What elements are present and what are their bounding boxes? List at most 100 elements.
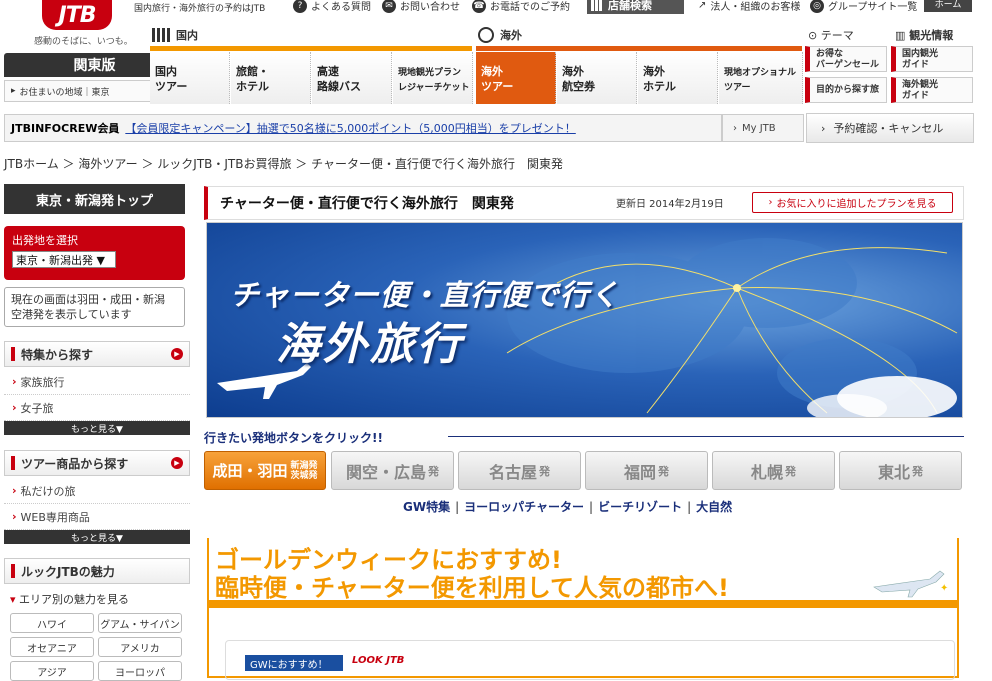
breadcrumb[interactable]: JTBホーム ＞ 海外ツアー ＞ ルックJTB・JTBお買得旅 ＞ チャーター便… — [4, 155, 563, 172]
departure-nagoya[interactable]: 名古屋発 — [458, 451, 581, 490]
feature-section-head[interactable]: 特集から探す ▶ — [4, 341, 190, 367]
purpose-search-button[interactable]: 目的から探す旅 — [805, 77, 887, 103]
globe-icon: ◎ — [810, 0, 824, 13]
book-icon: ▥ — [895, 29, 906, 42]
dep-main-label: 札幌 — [750, 462, 783, 482]
myjtb-label: My JTB — [742, 122, 776, 134]
store-label: 店舗検索 — [608, 0, 652, 12]
look-head-label: ルックJTBの魅力 — [21, 564, 115, 579]
store-search-button[interactable]: 店舗検索 — [587, 0, 684, 14]
sidebar-item-girls[interactable]: 女子旅 — [4, 395, 190, 421]
kanko-text: 観光情報 — [909, 29, 954, 42]
region-sub-label: お住まいの地域｜東京 — [19, 87, 110, 98]
link-nature[interactable]: 大自然 — [696, 500, 732, 514]
dep-main-label: 関空・広島 — [345, 462, 426, 482]
departure-selector-box: 出発地を選択 東京・新潟出発 ▼ — [4, 226, 185, 280]
sidebar-item-solo[interactable]: 私だけの旅 — [4, 478, 190, 504]
nav-overseas-tour[interactable]: 海外 ツアー — [476, 52, 556, 104]
dep-sub-label: 発 — [785, 464, 796, 478]
nav-domestic-tour[interactable]: 国内 ツアー — [150, 52, 230, 104]
area-head[interactable]: ▾ エリア別の魅力を見る — [4, 591, 129, 607]
dep-sub-label: 発 — [658, 464, 669, 478]
nav-overseas-hotel[interactable]: 海外 ホテル — [638, 52, 718, 104]
product-head-label: ツアー商品から探す — [21, 456, 129, 471]
gw-band — [207, 600, 959, 608]
infocrew-brand: JTBINFOCREW会員 — [11, 122, 120, 135]
link-europe-charter[interactable]: ヨーロッパチャーター — [464, 500, 584, 514]
chevron-icon: › — [733, 122, 737, 134]
area-europe[interactable]: ヨーロッパ — [98, 661, 182, 681]
phone-link[interactable]: ☎ お電話でのご予約 — [472, 0, 570, 13]
section-bar — [11, 347, 15, 361]
favorites-button[interactable]: › お気に入りに追加したプランを見る — [752, 192, 953, 213]
nav-ryokan-hotel[interactable]: 旅館・ ホテル — [231, 52, 311, 104]
area-guam[interactable]: グアム・サイパン — [98, 613, 182, 633]
jtb-logo[interactable]: JTB — [42, 0, 112, 30]
page-title: チャーター便・直行便で行く海外旅行 関東発 — [220, 196, 514, 212]
domestic-underline — [150, 46, 472, 51]
link-separator: | — [589, 500, 594, 514]
overseas-text: 海外 — [500, 29, 522, 42]
more-button[interactable]: もっと見る▼ — [4, 530, 190, 544]
domestic-guide-button[interactable]: 国内観光 ガイド — [891, 46, 973, 72]
departure-fukuoka[interactable]: 福岡発 — [585, 451, 708, 490]
site-note: 国内旅行・海外旅行の予約はJTB — [134, 4, 266, 14]
fav-label: お気に入りに追加したプランを見る — [776, 199, 937, 210]
overseas-underline — [476, 46, 802, 51]
sidebar-top-link[interactable]: 東京・新潟発トップ — [4, 184, 185, 214]
more-button[interactable]: もっと見る▼ — [4, 421, 190, 435]
arrow-right-icon: ▶ — [171, 348, 183, 360]
departure-kansai-hiroshima[interactable]: 関空・広島発 — [331, 451, 454, 490]
section-bar — [11, 564, 15, 578]
faq-link[interactable]: ? よくある質問 — [293, 0, 371, 13]
link-separator: | — [687, 500, 692, 514]
feature-links: GW特集 | ヨーロッパチャーター | ビーチリゾート | 大自然 — [403, 498, 732, 515]
dep-main-label: 成田・羽田 — [212, 462, 288, 480]
dep-sub-label: 発 — [539, 464, 550, 478]
bargain-sale-button[interactable]: お得な バーゲンセール — [805, 46, 887, 72]
banner-headline-2: 海外旅行 — [276, 319, 464, 370]
brand-tagline: 感動のそばに、いつも。 — [34, 37, 133, 47]
corporate-link[interactable]: ↗ 法人・組織のお客様 — [698, 0, 800, 13]
member-bar: JTBINFOCREW会員 【会員限定キャンペーン】抽選で50名様に5,000ポ… — [4, 114, 722, 142]
area-hawaii[interactable]: ハワイ — [10, 613, 94, 633]
triangle-down-icon: ▾ — [10, 593, 16, 606]
chevron-icon: › — [768, 197, 773, 208]
myjtb-link[interactable]: › My JTB — [722, 114, 804, 142]
nav-overseas-air[interactable]: 海外 航空券 — [557, 52, 637, 104]
corp-label: 法人・組織のお客様 — [710, 2, 801, 13]
contact-label: お問い合わせ — [400, 2, 460, 13]
link-beach-resort[interactable]: ビーチリゾート — [598, 500, 682, 514]
building-icon — [152, 28, 170, 42]
nav-optional-tour[interactable]: 現地オプショナル ツアー — [719, 52, 803, 104]
departure-narita-haneda[interactable]: 成田・羽田 新潟発 茨城発 — [204, 451, 326, 490]
departure-sapporo[interactable]: 札幌発 — [712, 451, 835, 490]
home-button[interactable]: ホーム — [924, 0, 972, 12]
nav-local-plan[interactable]: 現地観光プラン レジャーチケット — [393, 52, 473, 104]
nav-highway-bus[interactable]: 高速 路線バス — [312, 52, 392, 104]
external-icon: ↗ — [698, 0, 707, 11]
dep-main-label: 東北 — [877, 462, 910, 482]
departure-select[interactable]: 東京・新潟出発 ▼ — [12, 251, 116, 268]
campaign-link[interactable]: 【会員限定キャンペーン】抽選で50名様に5,000ポイント（5,000円相当）を… — [125, 120, 575, 136]
group-label: グループサイト一覧 — [828, 2, 918, 13]
product-section-head[interactable]: ツアー商品から探す ▶ — [4, 450, 190, 476]
reservation-button[interactable]: › 予約確認・キャンセル — [806, 113, 974, 143]
area-america[interactable]: アメリカ — [98, 637, 182, 657]
group-sites-link[interactable]: ◎ グループサイト一覧 — [810, 0, 917, 13]
sidebar-item-web[interactable]: WEB専用商品 — [4, 504, 190, 530]
overseas-guide-button[interactable]: 海外観光 ガイド — [891, 77, 973, 103]
theme-label: ⊙ テーマ — [808, 27, 854, 43]
grid-icon — [591, 0, 602, 11]
contact-link[interactable]: ✉ お問い合わせ — [382, 0, 460, 13]
gw-heading-2: 臨時便・チャーター便を利用して人気の都市へ! — [215, 574, 729, 602]
feature-head-label: 特集から探す — [21, 347, 94, 362]
departure-prompt: 行きたい発地ボタンをクリック!! — [204, 431, 383, 445]
departure-note: 現在の画面は羽田・成田・新潟 空港発を表示しています — [4, 287, 185, 327]
area-oceania[interactable]: オセアニア — [10, 637, 94, 657]
area-asia[interactable]: アジア — [10, 661, 94, 681]
sidebar-item-family[interactable]: 家族旅行 — [4, 369, 190, 395]
departure-tohoku[interactable]: 東北発 — [839, 451, 962, 490]
theme-text: テーマ — [820, 29, 854, 42]
link-gw[interactable]: GW特集 — [403, 500, 450, 514]
